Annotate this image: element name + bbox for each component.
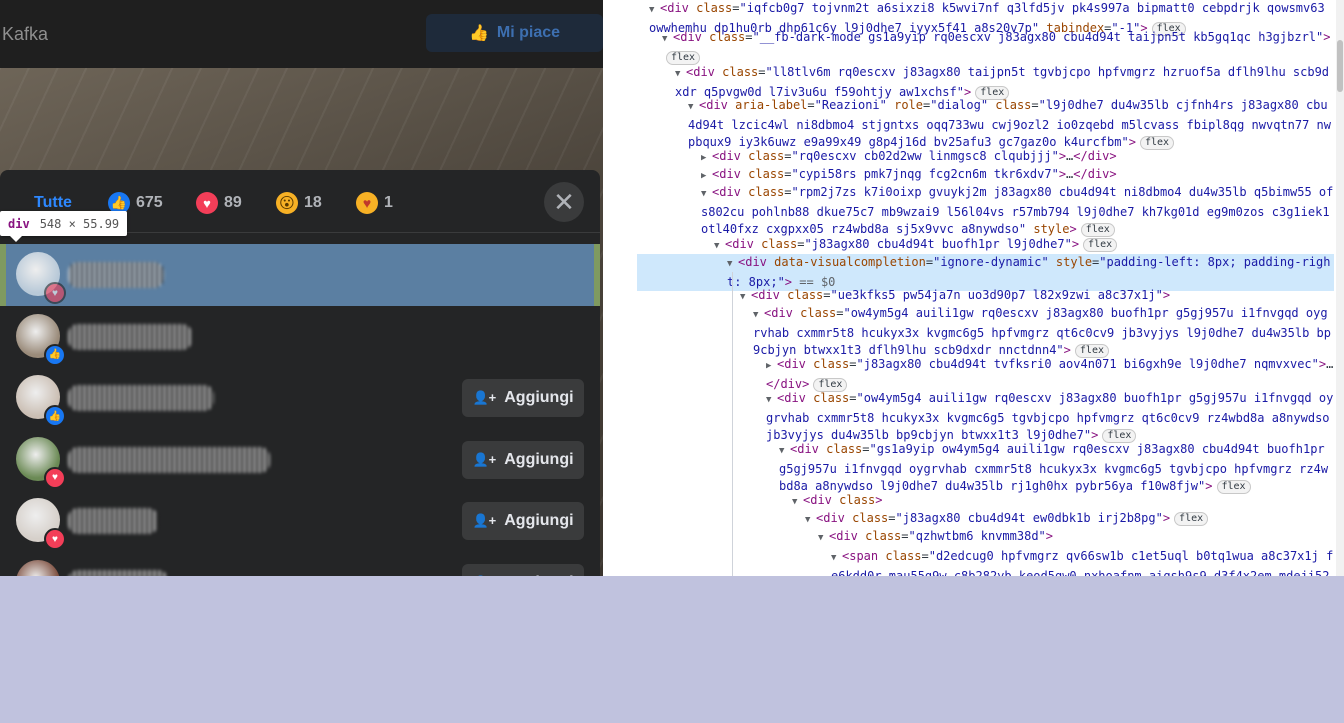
dom-node[interactable]: ▼ <div class="ow4ym5g4 auili1gw rq0escxv … xyxy=(766,390,1334,445)
add-friend-icon: 👤+ xyxy=(472,390,497,405)
reaction-row[interactable]: ♥ xyxy=(0,244,600,306)
dom-node[interactable]: ▶ <div class="cypi58rs pmk7jnqg fcg2cn6m … xyxy=(701,166,1334,186)
add-friend-label: Aggiungi xyxy=(504,574,573,577)
reaction-row[interactable]: ♥ 👤+ Aggiungi xyxy=(0,490,600,552)
thumbs-up-icon: 👍 xyxy=(468,25,489,42)
like-count: 675 xyxy=(136,194,163,211)
add-friend-button[interactable]: 👤+ Aggiungi xyxy=(462,440,584,479)
dom-node[interactable]: ▼ <div class="ow4ym5g4 auili1gw rq0escxv … xyxy=(753,305,1334,360)
like-page-button[interactable]: 👍 Mi piace xyxy=(426,14,603,52)
wow-count: 18 xyxy=(304,194,322,211)
user-name-redacted[interactable] xyxy=(68,323,192,350)
dom-node[interactable]: ▼ <div class="__fb-dark-mode gs1a9yip rq0… xyxy=(662,29,1334,66)
expand-open-icon[interactable]: ▼ xyxy=(818,530,829,548)
expand-open-icon[interactable]: ▼ xyxy=(701,186,712,204)
dom-node[interactable]: ▶ <div class="j83agx80 cbu4d94t tvfksri0 … xyxy=(766,356,1334,393)
user-name-redacted[interactable] xyxy=(68,262,164,288)
expand-closed-icon[interactable]: ▶ xyxy=(701,150,712,168)
add-friend-label: Aggiungi xyxy=(504,512,574,529)
top-bar: Kafka 👍 Mi piace xyxy=(0,0,603,68)
tab-wow[interactable]: 😮 18 xyxy=(276,190,322,216)
expand-open-icon[interactable]: ▼ xyxy=(714,238,725,256)
dom-node[interactable]: ▼ <div class="qzhwtbm6 knvmm38d"> xyxy=(818,528,1334,548)
tooltip-size: 548 × 55.99 xyxy=(39,216,120,231)
expand-open-icon[interactable]: ▼ xyxy=(753,307,764,325)
user-name-redacted[interactable] xyxy=(68,569,168,576)
expand-closed-icon[interactable]: ▶ xyxy=(766,358,777,376)
expand-open-icon[interactable]: ▼ xyxy=(727,256,738,274)
add-friend-icon: 👤+ xyxy=(472,451,497,467)
tab-love[interactable]: ♥ 89 xyxy=(196,190,242,216)
user-name-redacted[interactable] xyxy=(68,446,270,473)
wow-icon: 😮 xyxy=(276,192,298,214)
expand-open-icon[interactable]: ▼ xyxy=(740,289,751,307)
love-badge-icon: ♥ xyxy=(44,282,66,304)
dom-node[interactable]: ▼ <div class="ll8tlv6m rq0escxv j83agx80 … xyxy=(675,64,1334,101)
devtools-scrollbar[interactable] xyxy=(1336,0,1344,576)
love-badge-icon: ♥ xyxy=(44,528,66,550)
reaction-row[interactable]: ♥👤+Aggiungi xyxy=(0,552,600,577)
dom-node[interactable]: ▼ <div class="j83agx80 cbu4d94t buofh1pr … xyxy=(714,236,1334,256)
expand-open-icon[interactable]: ▼ xyxy=(831,550,842,568)
expand-open-icon[interactable]: ▼ xyxy=(675,66,686,84)
reaction-row[interactable]: 👍 xyxy=(0,306,600,368)
tab-care[interactable]: ♥ 1 xyxy=(356,190,393,216)
page-name[interactable]: Kafka xyxy=(2,24,48,45)
dom-node[interactable]: ▼ <div class> xyxy=(792,492,1334,512)
reaction-row[interactable]: 👍 👤+ Aggiungi xyxy=(0,367,600,429)
dom-node[interactable]: ▼ <div aria-label="Reazioni" role="dialog… xyxy=(688,97,1334,152)
selected-node-guide-line xyxy=(732,272,733,576)
add-friend-button[interactable]: 👤+ Aggiungi xyxy=(462,379,584,417)
user-name-redacted[interactable] xyxy=(68,508,158,534)
like-badge-icon: 👍 xyxy=(44,343,66,366)
add-friend-button[interactable]: 👤+ Aggiungi xyxy=(462,563,584,577)
close-icon: ✕ xyxy=(553,186,575,217)
add-friend-label: Aggiungi xyxy=(504,450,574,468)
love-icon: ♥ xyxy=(196,192,218,214)
like-page-label: Mi piace xyxy=(496,24,561,41)
love-badge-icon: ♥ xyxy=(44,466,66,489)
dom-node[interactable]: ▼ <div class="j83agx80 cbu4d94t ew0dbk1b … xyxy=(805,510,1334,530)
tab-all-label: Tutte xyxy=(34,194,72,211)
add-friend-label: Aggiungi xyxy=(504,389,574,406)
facebook-viewport: Kafka 👍 Mi piace Tutte 👍 675 ♥ 89 😮 18 ♥… xyxy=(0,0,603,576)
devtools-scrollbar-thumb[interactable] xyxy=(1337,40,1343,92)
add-friend-icon: 👤+ xyxy=(472,513,497,528)
devtools-elements-panel: ▼ <div class="iqfcb0g7 tojvnm2t a6sixzi8 … xyxy=(603,0,1344,576)
expand-open-icon[interactable]: ▼ xyxy=(779,443,790,461)
expand-open-icon[interactable]: ▼ xyxy=(662,31,673,49)
expand-open-icon[interactable]: ▼ xyxy=(766,392,777,410)
dom-node[interactable]: ▼ <span class="d2edcug0 hpfvmgrz qv66sw1b… xyxy=(831,548,1334,576)
expand-open-icon[interactable]: ▼ xyxy=(792,494,803,512)
care-icon: ♥ xyxy=(356,192,378,214)
love-count: 89 xyxy=(224,194,242,211)
dom-node[interactable]: ▼ <div class="rpm2j7zs k7i0oixp gvuykj2m … xyxy=(701,184,1334,239)
close-button[interactable]: ✕ xyxy=(544,182,584,222)
expand-open-icon[interactable]: ▼ xyxy=(805,512,816,530)
expand-open-icon[interactable]: ▼ xyxy=(649,2,660,20)
inspector-tooltip: div 548 × 55.99 xyxy=(0,211,128,242)
dom-node[interactable]: ▶ <div class="rq0escxv cb02d2ww linmgsc8 … xyxy=(701,148,1334,168)
add-friend-button[interactable]: 👤+ Aggiungi xyxy=(462,502,584,540)
add-friend-icon: 👤+ xyxy=(472,575,496,577)
care-count: 1 xyxy=(384,194,393,211)
like-badge-icon: 👍 xyxy=(44,405,66,427)
expand-open-icon[interactable]: ▼ xyxy=(688,99,699,117)
user-name-redacted[interactable] xyxy=(68,385,214,411)
avatar[interactable] xyxy=(16,559,60,576)
dom-node[interactable]: ▼ <div data-visualcompletion="ignore-dyna… xyxy=(637,254,1334,291)
expand-closed-icon[interactable]: ▶ xyxy=(701,168,712,186)
dom-node[interactable]: ▼ <div class="ue3kfks5 pw54ja7n uo3d90p7 … xyxy=(740,287,1334,307)
tooltip-tag: div xyxy=(8,216,30,231)
dom-node[interactable]: ▼ <div class="gs1a9yip ow4ym5g4 auili1gw … xyxy=(779,441,1334,496)
reaction-row[interactable]: ♥ 👤+ Aggiungi xyxy=(0,429,600,491)
